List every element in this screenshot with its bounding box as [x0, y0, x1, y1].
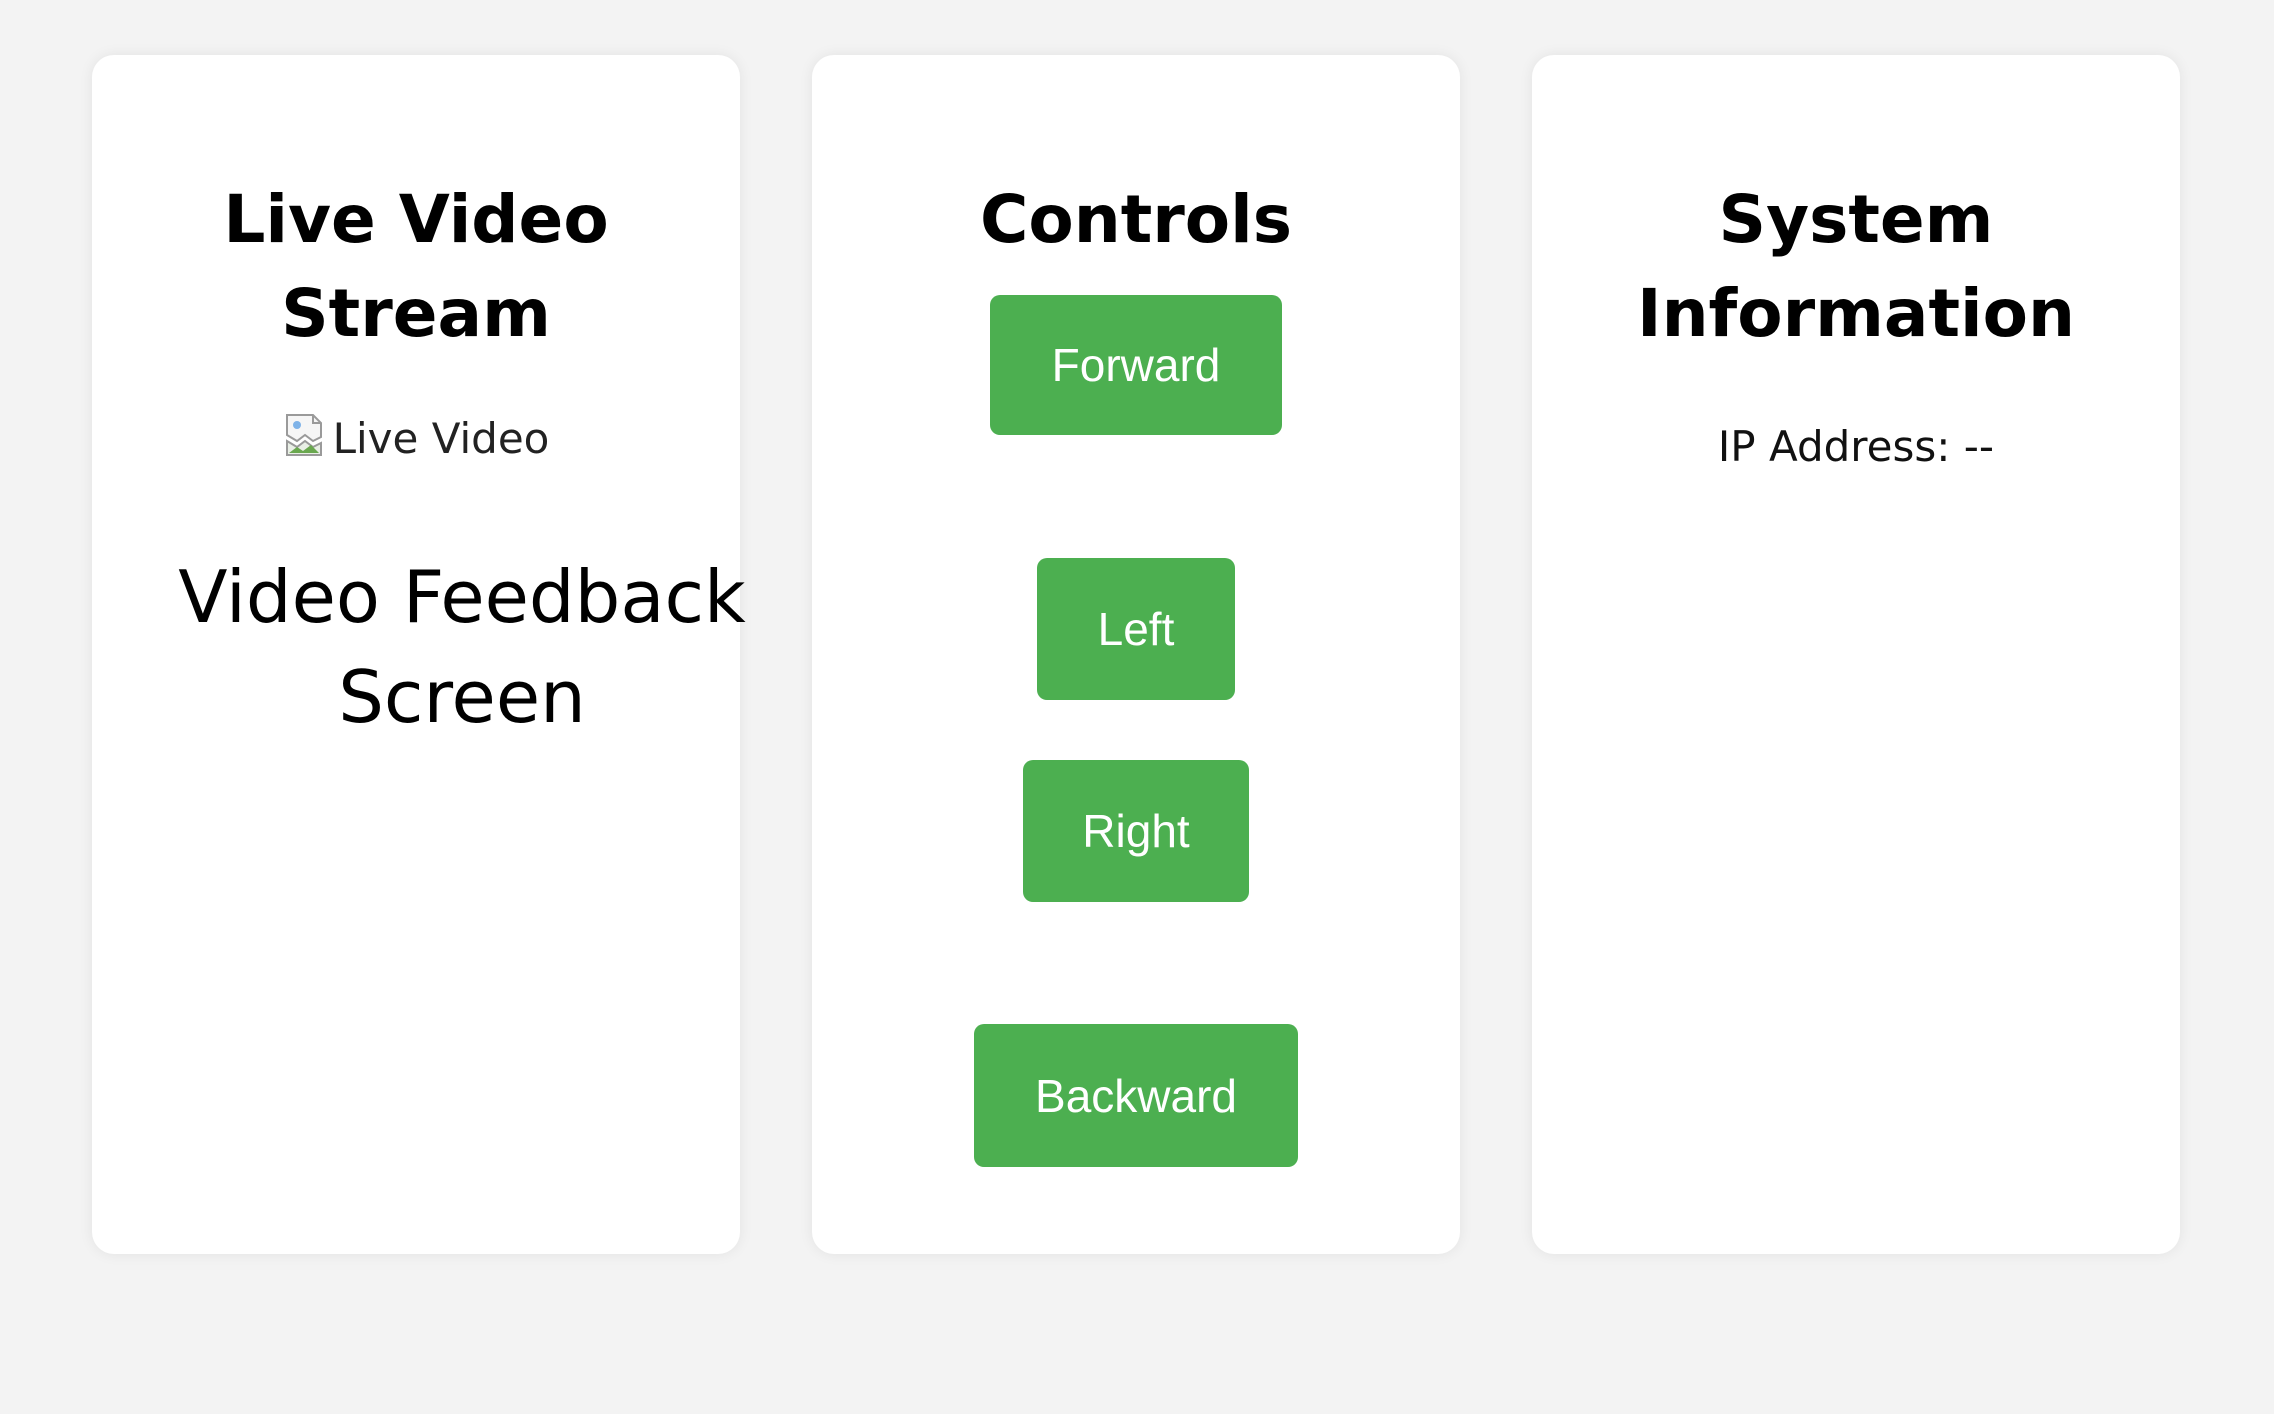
- controls-title: Controls: [979, 181, 1293, 258]
- backward-button[interactable]: Backward: [974, 1024, 1298, 1167]
- ip-address-value: --: [1963, 422, 1995, 471]
- forward-button[interactable]: Forward: [990, 295, 1282, 435]
- right-button[interactable]: Right: [1023, 760, 1249, 902]
- live-video-alt-text: Live Video: [332, 414, 550, 463]
- left-button[interactable]: Left: [1037, 558, 1235, 700]
- live-video-image: Live Video: [92, 411, 740, 467]
- system-info-title: System Information: [1637, 181, 2075, 352]
- video-stream-card: Live Video Stream Live Video Video Feedb…: [92, 55, 746, 1254]
- video-stream-title: Live Video Stream: [223, 181, 609, 352]
- ip-address-line: IP Address: --: [1532, 419, 2180, 475]
- controls-card: Controls Forward Left Right Backward: [812, 55, 1460, 1254]
- video-feedback-text: Video Feedback Screen: [178, 555, 746, 739]
- ip-address-label: IP Address:: [1717, 422, 1951, 471]
- system-info-card: System Information IP Address: --: [1532, 55, 2180, 1254]
- broken-image-icon: [283, 411, 331, 459]
- dashboard-page: Live Video Stream Live Video Video Feedb…: [0, 0, 2274, 1414]
